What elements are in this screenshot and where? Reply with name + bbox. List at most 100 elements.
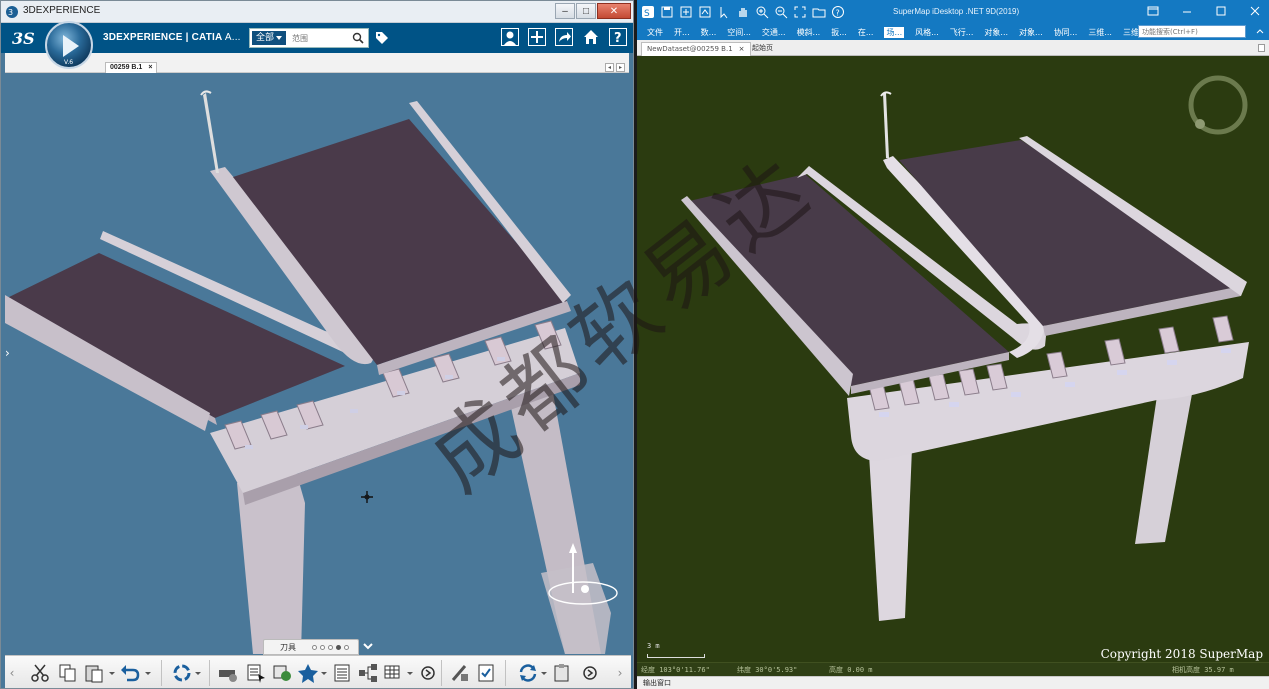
pager-dot[interactable] xyxy=(328,645,333,650)
menu-collab[interactable]: 协同... xyxy=(1054,27,1078,38)
check-document-icon[interactable] xyxy=(475,662,497,684)
action-bar-scroll-left[interactable]: ‹ xyxy=(7,662,17,684)
tab-close-icon[interactable]: × xyxy=(739,45,745,53)
header-actions: ? xyxy=(500,27,627,47)
update-icon[interactable] xyxy=(171,662,193,684)
minimize-icon[interactable] xyxy=(1181,5,1193,17)
menu-online[interactable]: 在... xyxy=(858,27,874,38)
next-circle-icon[interactable] xyxy=(579,662,601,684)
pager-dot[interactable] xyxy=(320,645,325,650)
menu-object-2[interactable]: 对象... xyxy=(1019,27,1043,38)
favorite-dropdown-caret[interactable] xyxy=(321,672,327,675)
sync-dropdown-caret[interactable] xyxy=(541,672,547,675)
tab-next-button[interactable]: ▸ xyxy=(616,63,625,72)
brand-thin: A... xyxy=(222,32,241,43)
search-icon[interactable] xyxy=(352,32,364,44)
output-window-tab[interactable]: 输出窗口 xyxy=(637,676,1269,689)
copy-icon[interactable] xyxy=(57,662,79,684)
paste-dropdown-caret[interactable] xyxy=(109,672,115,675)
chevron-down-icon[interactable] xyxy=(363,641,373,651)
scale-label: 3 m xyxy=(647,642,660,650)
toolbar-separator xyxy=(505,660,506,686)
tab-start-page[interactable]: 起始页 xyxy=(747,42,778,56)
maximize-button[interactable]: □ xyxy=(576,3,596,19)
minimize-button[interactable]: – xyxy=(555,3,575,19)
menu-traffic[interactable]: 交通... xyxy=(762,27,786,38)
close-icon[interactable] xyxy=(1249,5,1261,17)
pan-hand-icon[interactable] xyxy=(736,5,750,19)
add-button[interactable] xyxy=(527,27,546,47)
side-panel-toggle[interactable]: › xyxy=(5,347,13,359)
supermap-3d-scene[interactable]: 3 m Copyright 2018 SuperMap xyxy=(637,56,1269,662)
favorite-star-icon[interactable] xyxy=(297,662,319,684)
grid-dropdown-caret[interactable] xyxy=(407,672,413,675)
catia-titlebar[interactable]: 3 3DEXPERIENCE – □ ✕ xyxy=(1,1,633,23)
pager-dots xyxy=(312,645,349,650)
undo-icon[interactable] xyxy=(119,662,141,684)
maximize-icon[interactable] xyxy=(1215,5,1227,17)
menu-file[interactable]: 文件 xyxy=(647,27,663,38)
function-search-input[interactable] xyxy=(1138,25,1246,38)
update-dropdown-caret[interactable] xyxy=(195,672,201,675)
menu-data[interactable]: 数... xyxy=(701,27,717,38)
menu-oblique[interactable]: 模斜... xyxy=(797,27,821,38)
tab-00259[interactable]: 00259 B.1 × xyxy=(105,62,158,73)
me-button[interactable] xyxy=(500,27,519,47)
tools-icon[interactable] xyxy=(449,662,471,684)
undo-dropdown-caret[interactable] xyxy=(145,672,151,675)
zoom-in-icon[interactable] xyxy=(755,5,769,19)
supermap-window-title: SuperMap iDesktop .NET 9D(2019) xyxy=(893,7,1020,16)
tag-icon[interactable] xyxy=(375,31,389,45)
full-extent-icon[interactable] xyxy=(793,5,807,19)
app-logo-icon[interactable]: S xyxy=(641,5,655,19)
paste-icon[interactable] xyxy=(83,662,105,684)
navigation-compass[interactable] xyxy=(1188,75,1248,135)
menu-spatial[interactable]: 空间... xyxy=(727,27,751,38)
globe-icon[interactable] xyxy=(271,662,293,684)
tab-close-icon[interactable]: × xyxy=(148,64,152,71)
specification-icon[interactable] xyxy=(331,662,353,684)
pager-dot[interactable] xyxy=(344,645,349,650)
search-input[interactable] xyxy=(292,31,350,45)
close-button[interactable]: ✕ xyxy=(597,3,631,19)
tab-prev-button[interactable]: ◂ xyxy=(605,63,614,72)
list-cursor-icon[interactable] xyxy=(245,662,267,684)
sync-icon[interactable] xyxy=(517,662,539,684)
next-circle-icon[interactable] xyxy=(417,662,439,684)
home-button[interactable] xyxy=(581,27,600,47)
compass-widget[interactable]: V.6 xyxy=(45,21,93,69)
pager-dot[interactable] xyxy=(312,645,317,650)
supermap-titlebar[interactable]: S ? SuperMap iDesktop .NET 9D(2019) xyxy=(637,0,1269,24)
menu-object-1[interactable]: 对象... xyxy=(984,27,1008,38)
new-icon[interactable] xyxy=(679,5,693,19)
share-button[interactable] xyxy=(554,27,573,47)
action-bar-scroll-right[interactable]: › xyxy=(615,662,625,684)
help-button[interactable]: ? xyxy=(608,27,627,47)
catia-window: 3 3DEXPERIENCE – □ ✕ 3S 3DEXPERIENCE | C… xyxy=(0,0,634,689)
menu-scene[interactable]: 场... xyxy=(884,27,905,38)
open-icon[interactable] xyxy=(698,5,712,19)
menu-start[interactable]: 开... xyxy=(674,27,690,38)
menu-3d-1[interactable]: 三维... xyxy=(1088,27,1112,38)
tree-icon[interactable] xyxy=(357,662,379,684)
restore-layout-icon[interactable] xyxy=(1147,5,1159,17)
catia-header: 3S 3DEXPERIENCE | CATIA A... 全部 ? xyxy=(1,23,633,53)
zoom-out-icon[interactable] xyxy=(774,5,788,19)
cut-icon[interactable] xyxy=(29,662,51,684)
pager-dot-active[interactable] xyxy=(336,645,341,650)
clipboard-icon[interactable] xyxy=(551,662,573,684)
help-icon[interactable]: ? xyxy=(831,5,845,19)
tab-list-button[interactable] xyxy=(1258,44,1265,52)
folder-icon[interactable] xyxy=(812,5,826,19)
menu-style[interactable]: 风格... xyxy=(915,27,939,38)
catia-3d-viewport[interactable] xyxy=(5,73,629,654)
ribbon-collapse-icon[interactable] xyxy=(1255,27,1265,37)
select-arrow-icon[interactable] xyxy=(717,5,731,19)
search-scope-dropdown[interactable]: 全部 xyxy=(252,31,287,45)
vehicle-gear-icon[interactable] xyxy=(217,662,239,684)
save-icon[interactable] xyxy=(660,5,674,19)
menu-extend[interactable]: 扳... xyxy=(831,27,847,38)
tab-newdataset[interactable]: NewDataset@00259 B.1 × xyxy=(641,42,751,56)
menu-fly[interactable]: 飞行... xyxy=(950,27,974,38)
grid-select-icon[interactable] xyxy=(383,662,405,684)
